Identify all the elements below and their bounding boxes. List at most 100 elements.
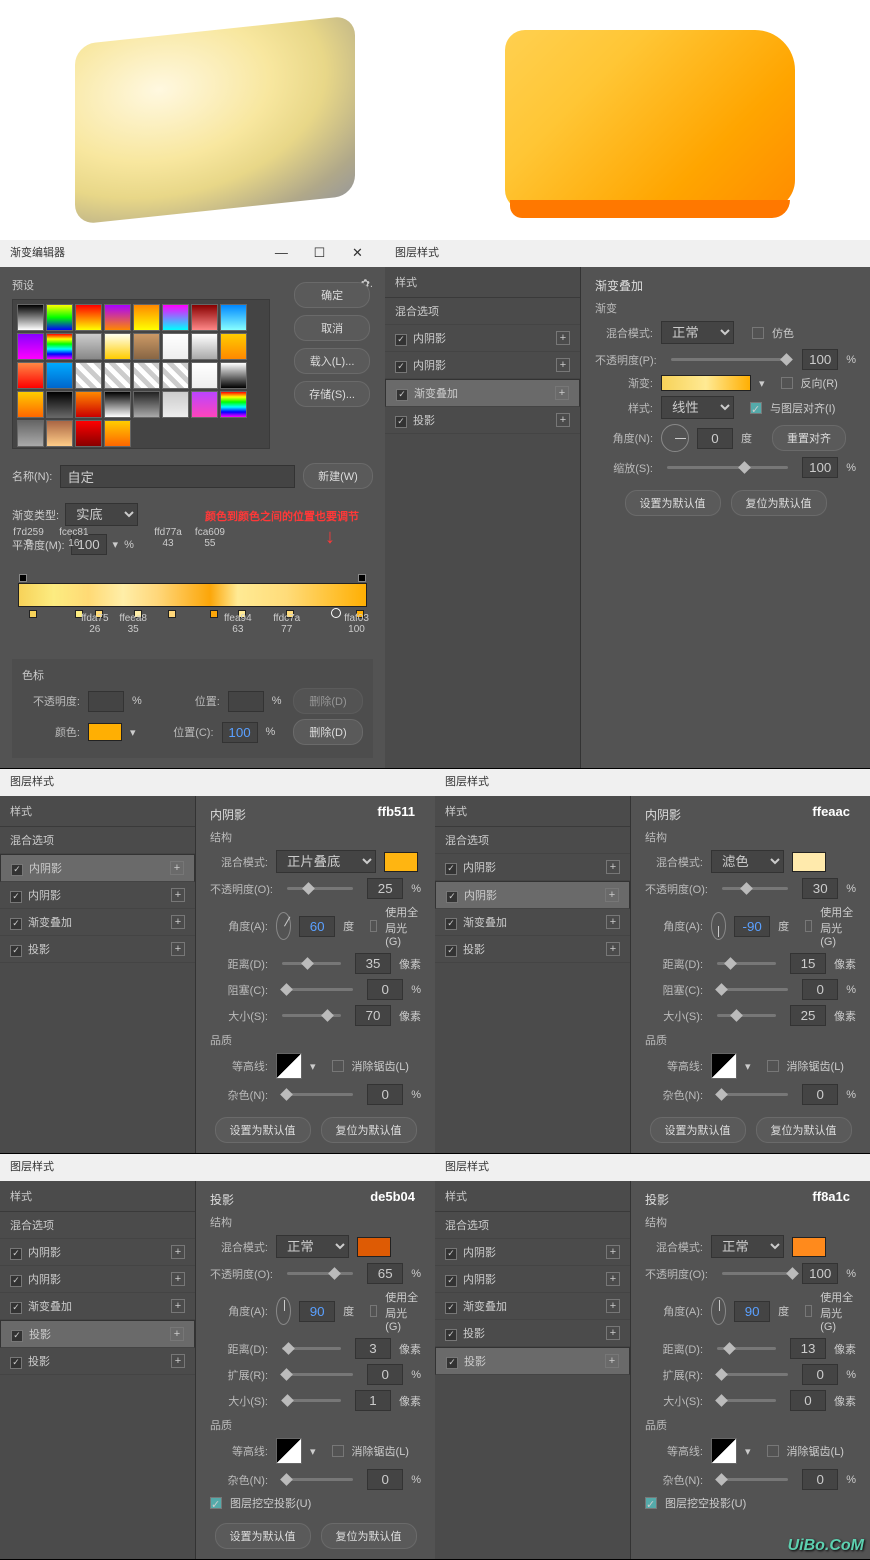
size-slider[interactable] bbox=[282, 1014, 341, 1017]
style-item[interactable]: ✓内阴影+ bbox=[385, 325, 580, 352]
angle-dial[interactable] bbox=[711, 912, 726, 940]
size-input[interactable] bbox=[355, 1005, 391, 1026]
gradient-bar[interactable] bbox=[18, 583, 367, 607]
style-item[interactable]: ✓渐变叠加+ bbox=[0, 909, 195, 936]
opacity-input[interactable] bbox=[802, 1263, 838, 1284]
noise-slider[interactable] bbox=[282, 1093, 353, 1096]
noise-slider[interactable] bbox=[717, 1093, 788, 1096]
dither-checkbox[interactable] bbox=[752, 327, 764, 339]
preset-swatch[interactable] bbox=[133, 391, 160, 418]
style-item[interactable]: ✓投影+ bbox=[0, 1320, 195, 1348]
set-default-button[interactable]: 设置为默认值 bbox=[625, 490, 721, 516]
angle-input[interactable] bbox=[734, 1301, 770, 1322]
antialias-checkbox[interactable] bbox=[332, 1060, 344, 1072]
choke-input[interactable] bbox=[367, 979, 403, 1000]
preset-swatch[interactable] bbox=[17, 304, 44, 331]
preset-swatch[interactable] bbox=[75, 304, 102, 331]
set-default-button[interactable]: 设置为默认值 bbox=[650, 1117, 746, 1143]
style-select[interactable]: 线性 bbox=[661, 396, 734, 419]
spread-input[interactable] bbox=[802, 1364, 838, 1385]
antialias-checkbox[interactable] bbox=[332, 1445, 344, 1457]
preset-swatch[interactable] bbox=[104, 304, 131, 331]
size-slider[interactable] bbox=[717, 1014, 776, 1017]
reset-default-button[interactable]: 复位为默认值 bbox=[321, 1117, 417, 1143]
color-chip[interactable] bbox=[384, 852, 418, 872]
preset-swatch[interactable] bbox=[17, 420, 44, 447]
blend-mode-select[interactable]: 滤色 bbox=[711, 850, 784, 873]
cancel-button[interactable]: 取消 bbox=[294, 315, 370, 341]
contour-swatch[interactable] bbox=[276, 1438, 302, 1464]
style-item[interactable]: ✓内阴影+ bbox=[435, 881, 630, 909]
preset-swatch[interactable] bbox=[46, 304, 73, 331]
grad-type-select[interactable]: 实底 bbox=[65, 503, 138, 526]
preset-swatch[interactable] bbox=[191, 333, 218, 360]
opacity-input[interactable] bbox=[802, 349, 838, 370]
opacity-slider[interactable] bbox=[287, 1272, 353, 1275]
noise-slider[interactable] bbox=[717, 1478, 788, 1481]
preset-swatch[interactable] bbox=[162, 362, 189, 389]
opacity-slider[interactable] bbox=[722, 1272, 788, 1275]
angle-input[interactable] bbox=[299, 916, 335, 937]
preset-swatch[interactable] bbox=[191, 362, 218, 389]
style-item[interactable]: ✓投影+ bbox=[435, 936, 630, 963]
preset-swatch[interactable] bbox=[220, 304, 247, 331]
preset-swatch[interactable] bbox=[17, 391, 44, 418]
size-slider[interactable] bbox=[717, 1399, 776, 1402]
noise-slider[interactable] bbox=[282, 1478, 353, 1481]
distance-slider[interactable] bbox=[282, 1347, 341, 1350]
antialias-checkbox[interactable] bbox=[767, 1060, 779, 1072]
size-input[interactable] bbox=[355, 1390, 391, 1411]
style-item[interactable]: ✓内阴影+ bbox=[0, 1239, 195, 1266]
spread-input[interactable] bbox=[367, 1364, 403, 1385]
size-input[interactable] bbox=[790, 1390, 826, 1411]
choke-slider[interactable] bbox=[282, 988, 353, 991]
scale-input[interactable] bbox=[802, 457, 838, 478]
preset-swatch[interactable] bbox=[162, 391, 189, 418]
preset-swatch[interactable] bbox=[191, 391, 218, 418]
noise-input[interactable] bbox=[802, 1469, 838, 1490]
contour-swatch[interactable] bbox=[711, 1438, 737, 1464]
contour-swatch[interactable] bbox=[711, 1053, 737, 1079]
global-light-checkbox[interactable] bbox=[805, 1305, 812, 1317]
opacity-stop[interactable] bbox=[19, 574, 27, 582]
angle-input[interactable] bbox=[299, 1301, 335, 1322]
distance-slider[interactable] bbox=[717, 1347, 776, 1350]
preset-swatch[interactable] bbox=[162, 333, 189, 360]
style-item[interactable]: ✓内阴影+ bbox=[0, 1266, 195, 1293]
global-light-checkbox[interactable] bbox=[805, 920, 812, 932]
style-item[interactable]: ✓投影+ bbox=[0, 1348, 195, 1375]
preset-swatch[interactable] bbox=[133, 333, 160, 360]
spread-slider[interactable] bbox=[717, 1373, 788, 1376]
distance-input[interactable] bbox=[355, 953, 391, 974]
close-button[interactable]: ✕ bbox=[340, 239, 375, 266]
opacity-slider[interactable] bbox=[287, 887, 353, 890]
blend-mode-select[interactable]: 正常 bbox=[661, 321, 734, 344]
scale-slider[interactable] bbox=[667, 466, 788, 469]
maximize-button[interactable]: ☐ bbox=[302, 239, 337, 266]
style-item[interactable]: ✓内阴影+ bbox=[0, 854, 195, 882]
preset-swatch[interactable] bbox=[133, 304, 160, 331]
color-swatch[interactable] bbox=[88, 723, 122, 741]
preset-swatch[interactable] bbox=[75, 362, 102, 389]
preset-swatch[interactable] bbox=[17, 333, 44, 360]
preset-swatch[interactable] bbox=[191, 304, 218, 331]
antialias-checkbox[interactable] bbox=[767, 1445, 779, 1457]
style-item[interactable]: ✓投影+ bbox=[435, 1347, 630, 1375]
preset-swatch[interactable] bbox=[17, 362, 44, 389]
reverse-checkbox[interactable] bbox=[781, 377, 793, 389]
blend-options-item[interactable]: 混合选项 bbox=[0, 827, 195, 854]
distance-slider[interactable] bbox=[717, 962, 776, 965]
distance-slider[interactable] bbox=[282, 962, 341, 965]
preset-swatch[interactable] bbox=[104, 362, 131, 389]
color-chip[interactable] bbox=[792, 852, 826, 872]
angle-dial[interactable] bbox=[276, 912, 291, 940]
reset-default-button[interactable]: 复位为默认值 bbox=[321, 1523, 417, 1549]
gradient-preview[interactable] bbox=[661, 375, 751, 391]
choke-slider[interactable] bbox=[717, 988, 788, 991]
position-c-input[interactable] bbox=[222, 722, 258, 743]
preset-swatch[interactable] bbox=[46, 333, 73, 360]
size-input[interactable] bbox=[790, 1005, 826, 1026]
preset-swatch[interactable] bbox=[104, 391, 131, 418]
noise-input[interactable] bbox=[802, 1084, 838, 1105]
style-item[interactable]: ✓渐变叠加+ bbox=[435, 1293, 630, 1320]
